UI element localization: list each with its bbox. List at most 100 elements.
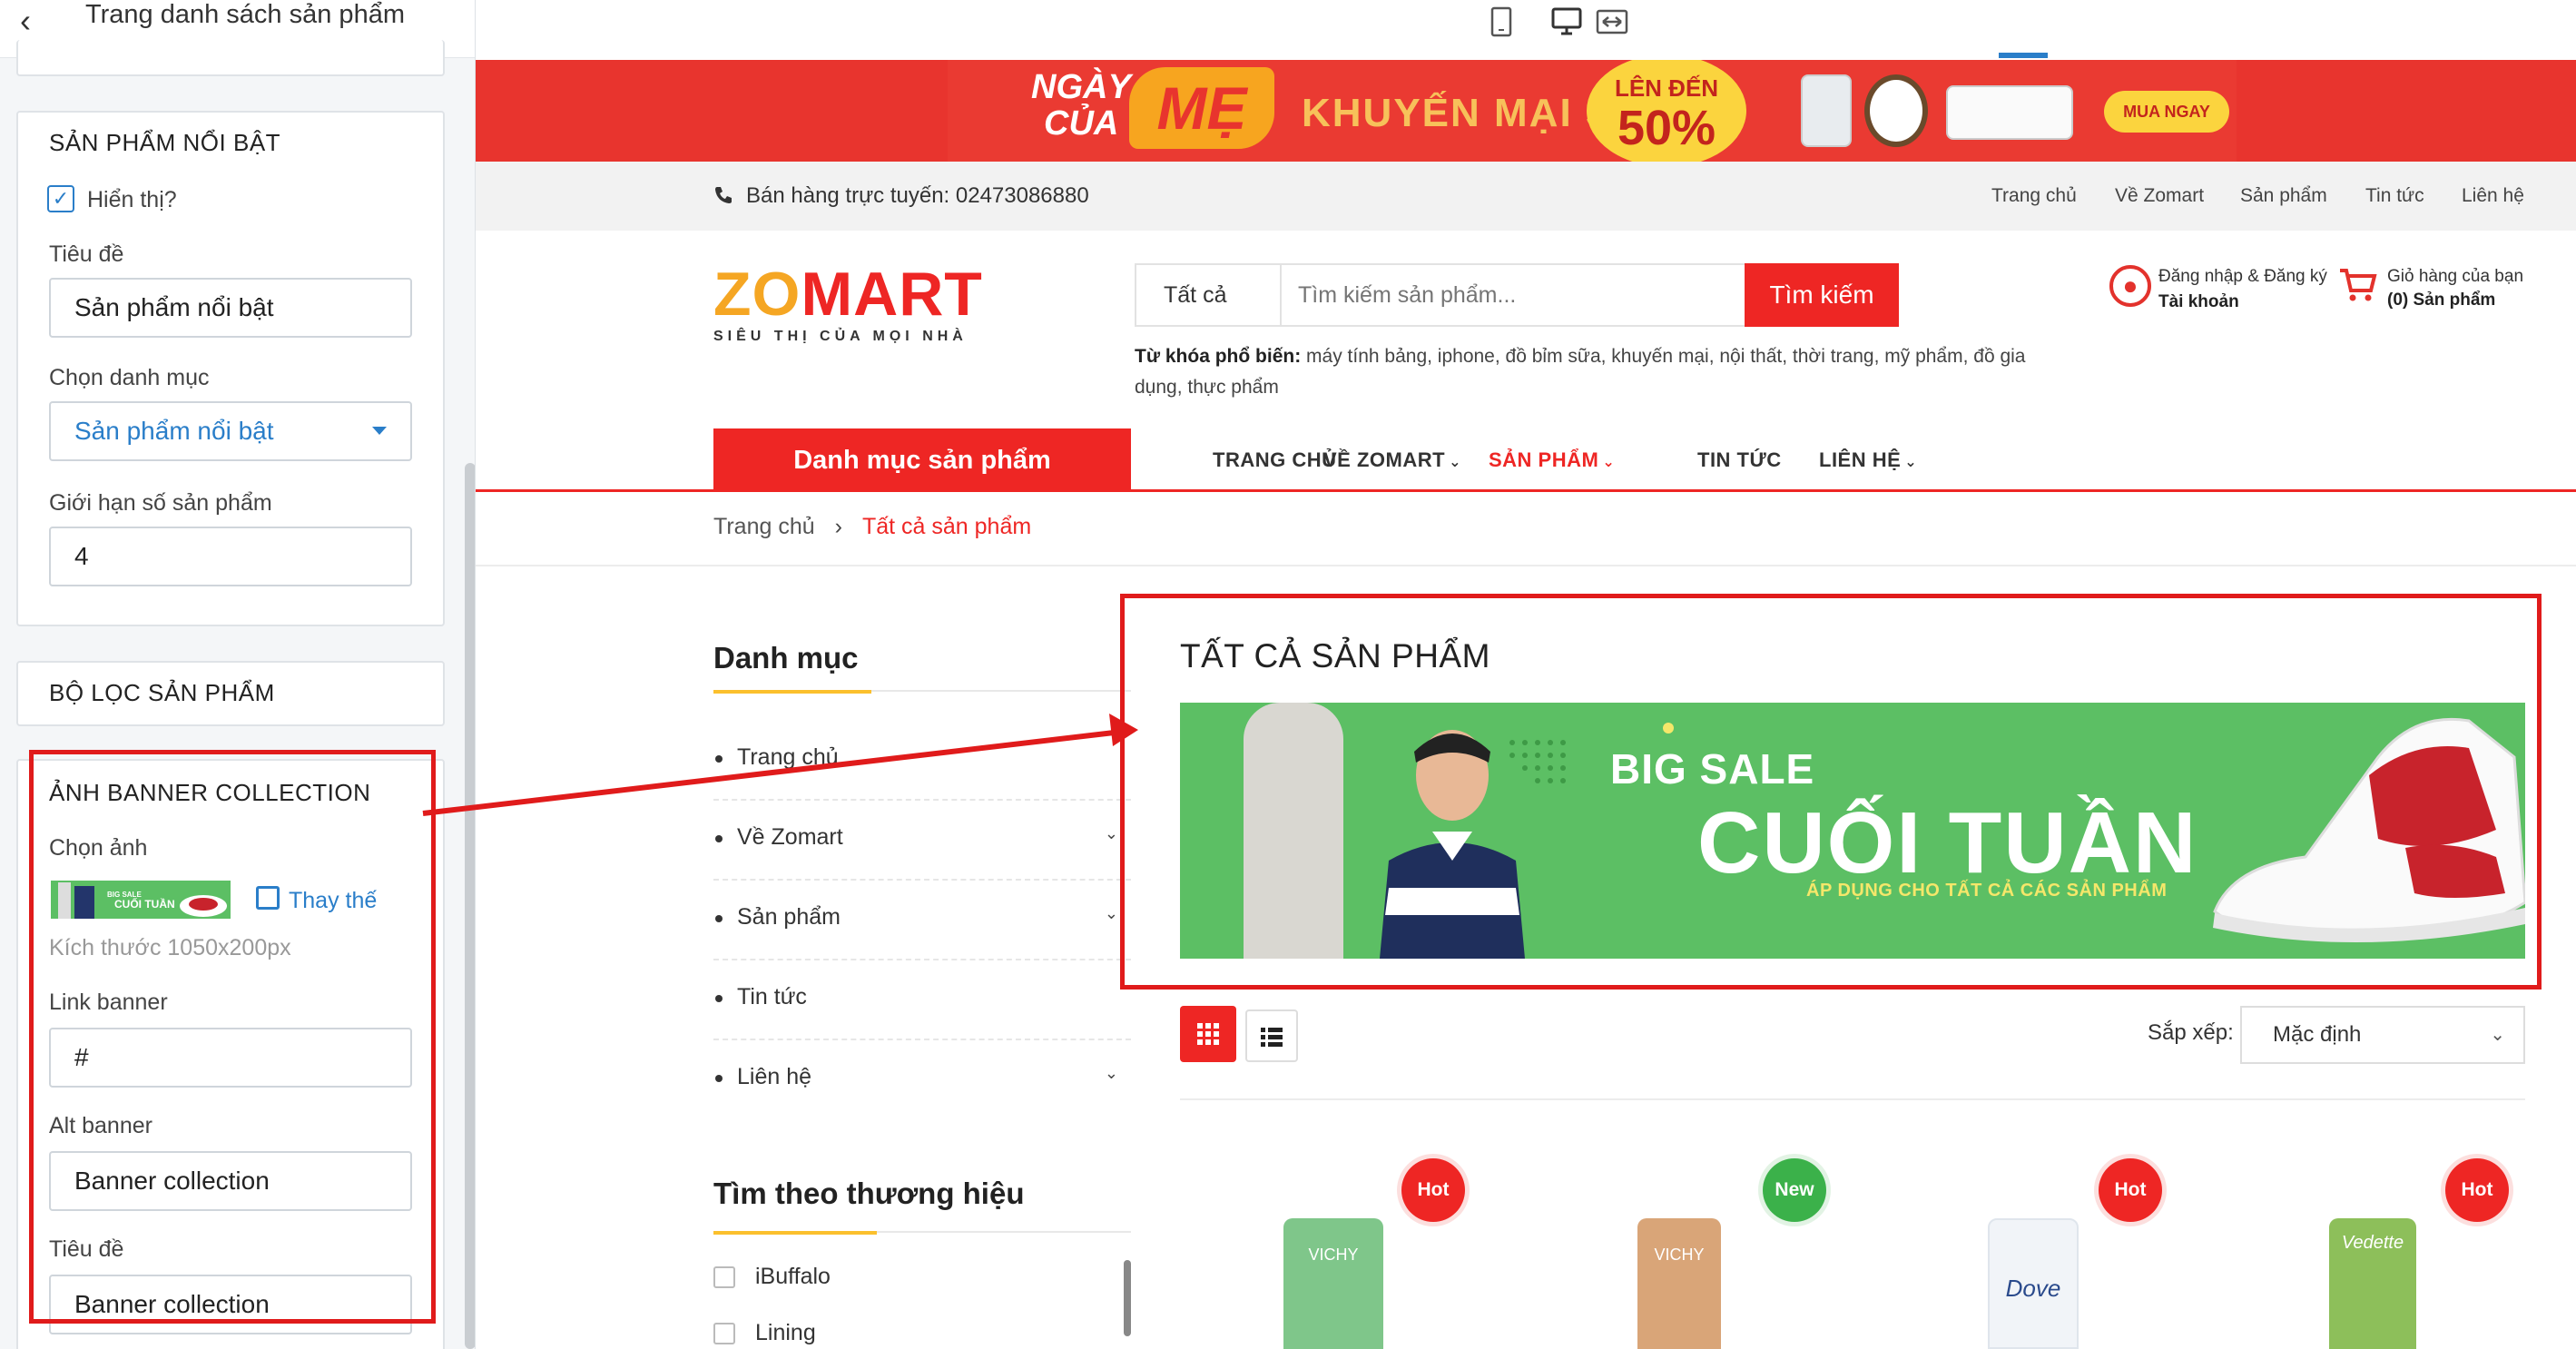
top-link-about[interactable]: Về Zomart bbox=[2115, 185, 2204, 207]
limit-label: Giới hạn số sản phẩm bbox=[49, 490, 272, 516]
phone-image bbox=[1801, 74, 1852, 147]
sidebar-item-about[interactable]: Về Zomart ⌄ bbox=[713, 803, 1131, 881]
cart-count: (0) Sản phẩm bbox=[2387, 290, 2496, 310]
drone-image bbox=[1946, 85, 2073, 140]
panel-title: Trang danh sách sản phẩm bbox=[85, 0, 405, 29]
promo-banner[interactable]: NGÀY CỦA MẸ KHUYẾN MẠI SỐC LÊN ĐẾN 50% M… bbox=[476, 60, 2576, 162]
brand-option[interactable]: iBuffalo bbox=[713, 1264, 831, 1290]
desktop-icon[interactable] bbox=[1549, 4, 1585, 40]
chevron-down-icon[interactable]: ⌄ bbox=[1105, 904, 1118, 923]
chevron-down-icon[interactable]: ⌄ bbox=[1105, 824, 1118, 843]
chevron-down-icon: ⌄ bbox=[1449, 455, 1461, 470]
top-link-contact[interactable]: Liên hệ bbox=[2462, 185, 2524, 207]
limit-input[interactable]: 4 bbox=[49, 527, 412, 586]
account-text: Tài khoản bbox=[2158, 292, 2239, 311]
featured-title-input[interactable]: Sản phẩm nổi bật bbox=[49, 278, 412, 338]
fullwidth-icon[interactable] bbox=[1594, 4, 1630, 40]
sidebar-item-label: Về Zomart bbox=[737, 824, 843, 850]
sidebar-item-news[interactable]: Tin tức bbox=[713, 962, 1131, 1040]
show-label: Hiển thị? bbox=[87, 187, 177, 212]
featured-card-title: SẢN PHẨM NỔI BẬT bbox=[49, 129, 281, 156]
nav-contact[interactable]: LIÊN HỆ ⌄ bbox=[1819, 448, 1917, 472]
brand-scrollbar[interactable] bbox=[1124, 1260, 1131, 1336]
search-button[interactable]: Tìm kiếm bbox=[1745, 263, 1899, 327]
sidebar-item-contact[interactable]: Liên hệ ⌄ bbox=[713, 1042, 1131, 1120]
active-device-indicator bbox=[1999, 53, 2048, 58]
promo-percent: 50% bbox=[1617, 101, 1716, 155]
hot-badge: Hot bbox=[2099, 1158, 2162, 1222]
sort-label: Sắp xếp: bbox=[2148, 1020, 2234, 1045]
sidebar-item-label: Tin tức bbox=[737, 984, 807, 1009]
sidebar-item-label: Sản phẩm bbox=[737, 904, 841, 930]
store-logo[interactable]: ZOMART SIÊU THỊ CỦA MỌI NHÀ bbox=[713, 263, 1004, 345]
product-image[interactable]: Dove bbox=[1988, 1218, 2079, 1349]
promo-cua-text: CỦA bbox=[1044, 104, 1119, 143]
search-input[interactable] bbox=[1298, 265, 1734, 325]
list-view-button[interactable] bbox=[1245, 1009, 1298, 1062]
back-icon[interactable]: ‹ bbox=[20, 2, 31, 40]
search-category-select[interactable]: Tất cả bbox=[1136, 265, 1282, 325]
search-box: Tất cả Tìm kiếm bbox=[1135, 263, 1899, 327]
product-image[interactable]: VICHY bbox=[1637, 1218, 1721, 1349]
nav-products[interactable]: SẢN PHẨM ⌄ bbox=[1489, 448, 1615, 472]
show-checkbox[interactable]: ✓ bbox=[47, 185, 74, 212]
top-link-products[interactable]: Sản phẩm bbox=[2240, 185, 2327, 207]
promo-upto-circle: LÊN ĐẾN 50% bbox=[1587, 60, 1746, 162]
category-select[interactable]: Sản phẩm nổi bật bbox=[49, 401, 412, 461]
hot-badge: Hot bbox=[2445, 1158, 2509, 1222]
promo-ngay: NGÀY CỦA bbox=[1031, 69, 1131, 142]
breadcrumb-separator: › bbox=[834, 514, 842, 539]
category-menu-button[interactable]: Danh mục sản phẩm bbox=[713, 428, 1131, 492]
cart-link[interactable]: Giỏ hàng của bạn (0) Sản phẩm bbox=[2338, 263, 2556, 327]
promo-me: MẸ bbox=[1129, 67, 1274, 149]
brand-checkbox[interactable] bbox=[713, 1323, 735, 1345]
new-badge: New bbox=[1763, 1158, 1826, 1222]
sort-select[interactable]: Mặc định ⌄ bbox=[2240, 1006, 2525, 1064]
sidebar-item-label: Liên hệ bbox=[737, 1064, 812, 1089]
hotline-text: Bán hàng trực tuyến: 02473086880 bbox=[746, 183, 1089, 208]
chevron-down-icon: ⌄ bbox=[2490, 1025, 2505, 1045]
nav-about-label: VỀ ZOMART bbox=[1323, 448, 1446, 471]
sidebar-item-home[interactable]: Trang chủ bbox=[713, 723, 1131, 801]
tablet-icon[interactable] bbox=[1483, 4, 1519, 40]
top-link-news[interactable]: Tin tức bbox=[2365, 185, 2424, 207]
brand-label: Lining bbox=[755, 1320, 816, 1345]
breadcrumb-home[interactable]: Trang chủ bbox=[713, 514, 815, 539]
chevron-down-icon: ⌄ bbox=[1602, 455, 1616, 470]
cart-icon bbox=[2340, 269, 2377, 301]
brand-label: iBuffalo bbox=[755, 1264, 831, 1289]
product-image[interactable]: Vedette bbox=[2329, 1218, 2416, 1349]
main-navigation: Danh mục sản phẩm TRANG CHỦ VỀ ZOMART ⌄ S… bbox=[476, 428, 2576, 492]
logo-zo: ZO bbox=[713, 260, 801, 329]
grid-view-button[interactable] bbox=[1180, 1006, 1236, 1062]
featured-title-label: Tiêu đề bbox=[49, 241, 124, 267]
nav-home[interactable]: TRANG CHỦ bbox=[1213, 448, 1337, 472]
sort-divider bbox=[1180, 1098, 2525, 1100]
top-link-home[interactable]: Trang chủ bbox=[1991, 185, 2077, 207]
keywords-label: Từ khóa phổ biến: bbox=[1135, 346, 1302, 367]
sidebar-item-products[interactable]: Sản phẩm ⌄ bbox=[713, 882, 1131, 960]
cart-label: Giỏ hàng của bạn bbox=[2387, 267, 2524, 286]
nav-news[interactable]: TIN TỨC bbox=[1697, 448, 1782, 472]
sidebar-title-underline bbox=[713, 690, 1131, 694]
account-link[interactable]: ● Đăng nhập & Đăng ký Tài khoản bbox=[2109, 263, 2345, 327]
panel-scrollbar[interactable] bbox=[465, 463, 475, 1349]
category-select-value: Sản phẩm nổi bật bbox=[74, 417, 274, 445]
breadcrumb: Trang chủ › Tất cả sản phẩm bbox=[713, 514, 1031, 540]
logo-mart: MART bbox=[801, 260, 983, 329]
hot-badge: Hot bbox=[1401, 1158, 1465, 1222]
top-bar: Bán hàng trực tuyến: 02473086880 Trang c… bbox=[476, 162, 2576, 231]
annotation-box-panel bbox=[29, 750, 436, 1324]
nav-news-label: TIN TỨC bbox=[1697, 448, 1782, 471]
chevron-down-icon[interactable]: ⌄ bbox=[1105, 1064, 1118, 1083]
nav-about[interactable]: VỀ ZOMART ⌄ bbox=[1323, 448, 1461, 472]
brand-checkbox[interactable] bbox=[713, 1266, 735, 1289]
category-label: Chọn danh mục bbox=[49, 365, 210, 390]
caret-down-icon bbox=[372, 427, 387, 435]
buy-now-button[interactable]: MUA NGAY bbox=[2104, 91, 2229, 133]
nav-contact-label: LIÊN HỆ bbox=[1819, 448, 1902, 471]
product-image[interactable]: VICHY bbox=[1283, 1218, 1383, 1349]
brand-option[interactable]: Lining bbox=[713, 1320, 816, 1346]
collapsed-card bbox=[16, 40, 445, 76]
annotation-box-preview bbox=[1120, 594, 2542, 990]
